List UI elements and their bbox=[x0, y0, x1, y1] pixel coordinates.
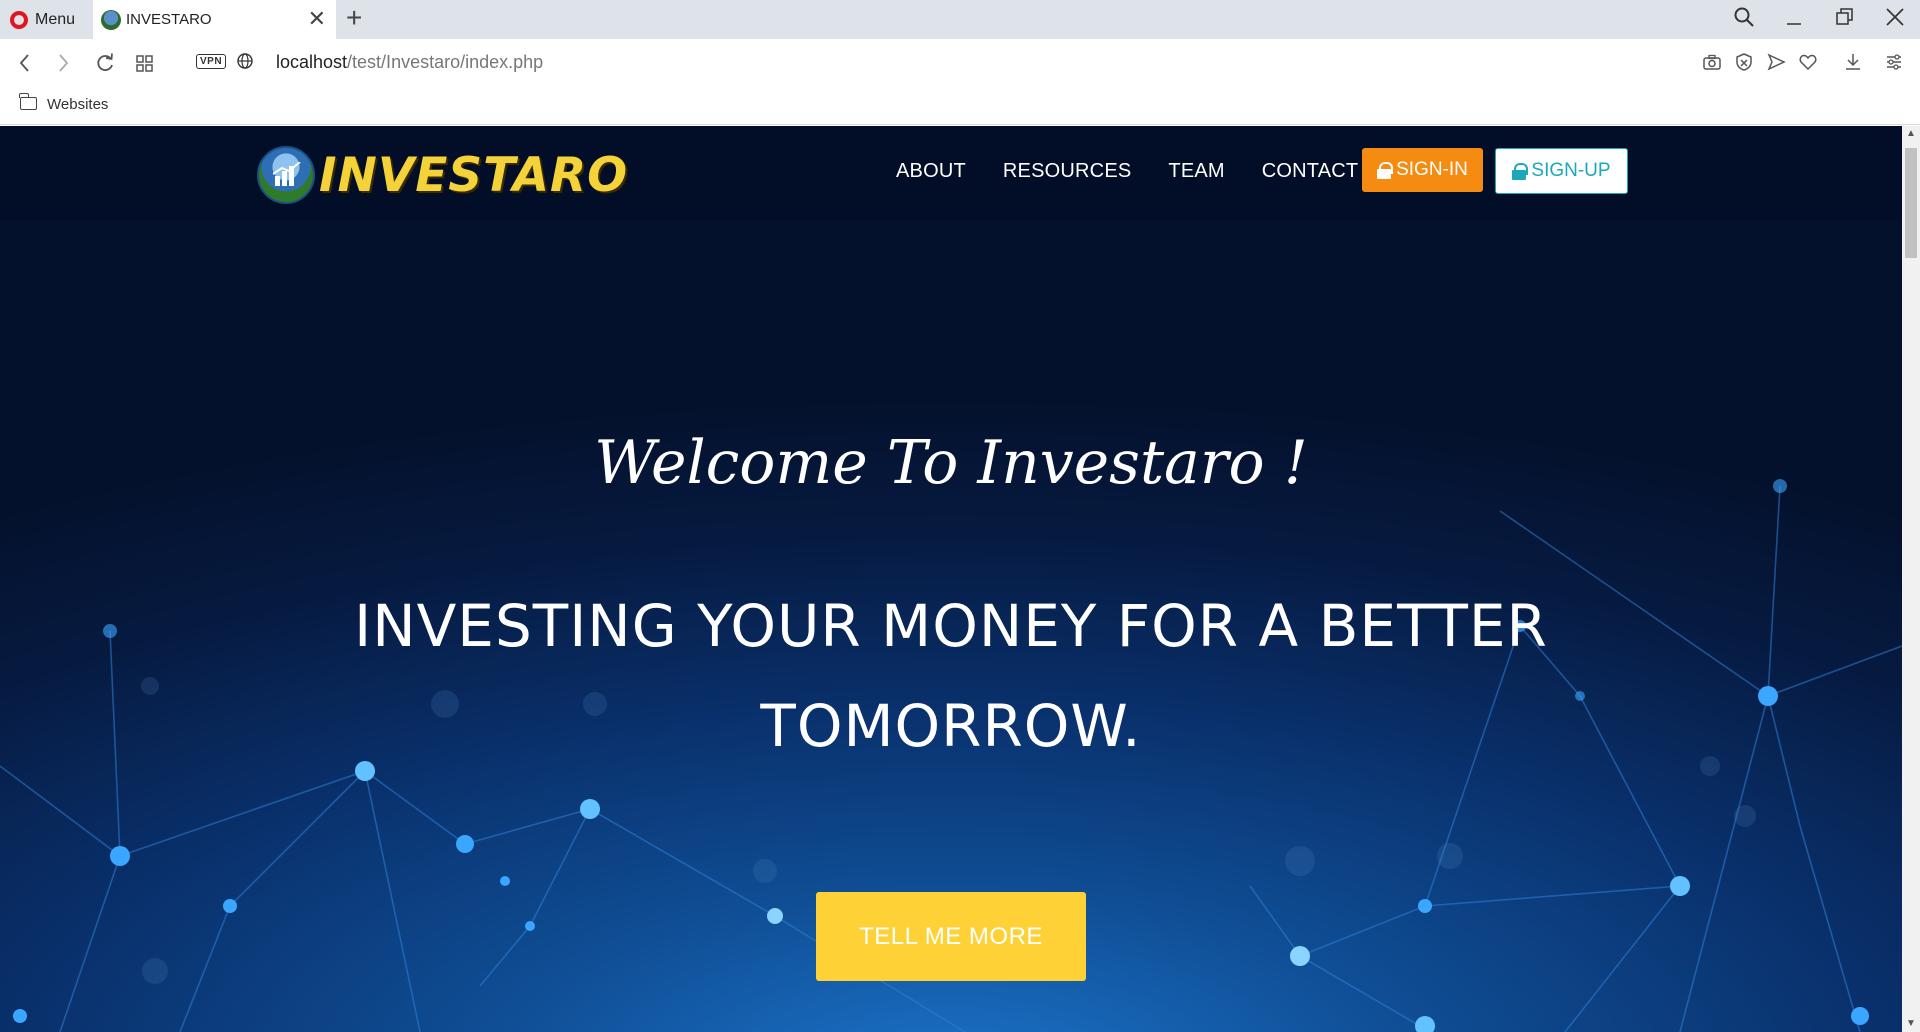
easy-setup-icon[interactable] bbox=[1884, 52, 1904, 77]
sign-up-button[interactable]: SIGN-UP bbox=[1495, 148, 1628, 194]
sign-in-label: SIGN-IN bbox=[1396, 159, 1468, 180]
nav-contact[interactable]: CONTACT bbox=[1262, 160, 1359, 183]
scroll-thumb[interactable] bbox=[1905, 148, 1917, 258]
scroll-down-icon[interactable]: ▼ bbox=[1906, 1018, 1916, 1029]
logo-text: INVESTARO bbox=[319, 147, 629, 203]
bookmark-websites[interactable]: Websites bbox=[47, 96, 108, 113]
restore-icon[interactable] bbox=[1834, 6, 1854, 35]
browser-tab[interactable]: INVESTARO ✕ bbox=[93, 0, 336, 39]
address-bar: VPN localhost/test/Investaro/index.php bbox=[0, 39, 1920, 88]
sign-up-label: SIGN-UP bbox=[1531, 160, 1611, 181]
reload-icon[interactable] bbox=[94, 51, 116, 80]
investaro-logo[interactable]: INVESTARO bbox=[257, 146, 628, 204]
nav-about[interactable]: ABOUT bbox=[896, 160, 966, 183]
globe-icon[interactable] bbox=[236, 51, 254, 76]
hero-headline: INVESTING YOUR MONEY FOR A BETTER TOMORR… bbox=[354, 592, 1548, 760]
investaro-favicon-icon bbox=[101, 9, 121, 30]
lock-icon bbox=[1512, 162, 1529, 180]
opera-logo-icon bbox=[10, 10, 28, 29]
adblock-icon[interactable] bbox=[1734, 52, 1754, 77]
folder-icon bbox=[19, 93, 37, 110]
close-window-icon[interactable] bbox=[1884, 6, 1906, 35]
url-path: /test/Investaro/index.php bbox=[347, 52, 544, 72]
lock-icon bbox=[1377, 161, 1394, 179]
browser-tab-bar: Menu INVESTARO ✕ + bbox=[0, 0, 1920, 39]
nav-team[interactable]: TEAM bbox=[1168, 160, 1224, 183]
speed-dial-icon[interactable] bbox=[134, 51, 156, 80]
download-icon[interactable] bbox=[1843, 52, 1863, 77]
logo-emblem-icon bbox=[257, 146, 315, 204]
opera-menu-button[interactable]: Menu bbox=[0, 0, 93, 39]
menu-label: Menu bbox=[35, 10, 76, 28]
scroll-up-icon[interactable]: ▲ bbox=[1906, 128, 1916, 139]
nav-resources[interactable]: RESOURCES bbox=[1003, 160, 1132, 183]
page-viewport: INVESTARO ABOUT RESOURCES TEAM CONTACT S… bbox=[0, 126, 1902, 1032]
close-tab-icon[interactable]: ✕ bbox=[308, 8, 326, 30]
vpn-badge[interactable]: VPN bbox=[196, 54, 227, 69]
bookmarks-bar: Websites bbox=[0, 88, 1920, 125]
search-icon[interactable] bbox=[1733, 6, 1755, 35]
minimize-icon[interactable] bbox=[1784, 6, 1804, 35]
sign-in-button[interactable]: SIGN-IN bbox=[1362, 148, 1483, 192]
forward-icon[interactable] bbox=[54, 51, 72, 80]
page-scrollbar[interactable]: ▲ ▼ bbox=[1902, 126, 1920, 1032]
new-tab-button[interactable]: + bbox=[346, 3, 362, 33]
tell-me-more-button[interactable]: TELL ME MORE bbox=[816, 892, 1086, 981]
url-host: localhost bbox=[276, 52, 348, 72]
back-icon[interactable] bbox=[16, 51, 34, 80]
tab-title: INVESTARO bbox=[126, 11, 212, 28]
heart-icon[interactable] bbox=[1798, 52, 1818, 77]
camera-icon[interactable] bbox=[1702, 52, 1722, 77]
hero-welcome: Welcome To Investaro ! bbox=[594, 428, 1308, 498]
main-nav: ABOUT RESOURCES TEAM CONTACT bbox=[896, 160, 1395, 183]
site-navbar: INVESTARO ABOUT RESOURCES TEAM CONTACT S… bbox=[0, 126, 1902, 220]
url-field[interactable]: localhost/test/Investaro/index.php bbox=[276, 52, 543, 73]
send-icon[interactable] bbox=[1766, 52, 1786, 77]
